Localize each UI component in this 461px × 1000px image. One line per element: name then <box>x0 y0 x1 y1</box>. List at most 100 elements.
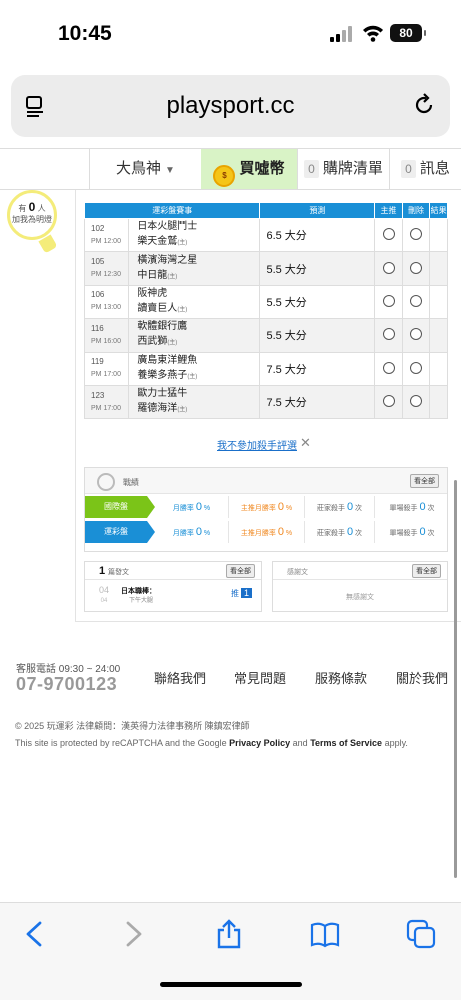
record-view-all-button[interactable]: 看全部 <box>410 474 439 488</box>
col-header-prediction: 預測 <box>259 202 376 219</box>
thanks-view-all-button[interactable]: 看全部 <box>412 564 441 578</box>
delete-radio[interactable] <box>410 361 423 374</box>
team-home: 羅德海洋 <box>137 403 178 415</box>
pct-sign: % <box>203 505 211 512</box>
record-header: 戰績 看全部 <box>85 468 447 494</box>
home-indicator <box>160 982 302 987</box>
buy-coins-button[interactable]: $ 買噓幣 <box>201 149 297 189</box>
delete-radio[interactable] <box>410 228 423 241</box>
opt-out-killer-link[interactable]: 我不參加殺手評選 <box>217 437 297 452</box>
footer-link-faq[interactable]: 常見問題 <box>234 668 286 687</box>
home-marker: (主) <box>187 373 198 380</box>
buy-coins-label: 買噓幣 <box>239 160 285 177</box>
predictions-table: 運彩盤賽事 預測 主推 刪除 結果 102 PM 12:00 日本火腿鬥士 樂天金鷲(… <box>83 202 448 420</box>
main-pick-cell <box>374 384 403 420</box>
record-panel: 戰績 看全部 國際盤 月勝率 0 % 主推月勝率 0 % 莊家殺手 0 次單場殺手 0… <box>84 467 448 552</box>
main-pick-radio[interactable] <box>382 294 395 307</box>
recaptcha-text: This site is protected by reCAPTCHA and … <box>15 738 230 748</box>
tabs-icon[interactable] <box>406 919 436 949</box>
team-away: 日本火腿鬥士 <box>137 221 198 233</box>
team-away: 軟體銀行鷹 <box>137 321 188 333</box>
delete-cell <box>401 351 431 386</box>
record-tag[interactable]: 運彩盤 <box>85 521 155 543</box>
main-pick-radio[interactable] <box>382 361 395 374</box>
recaptcha-notice: This site is protected by reCAPTCHA and … <box>15 738 408 748</box>
pct-sign: % <box>285 505 293 512</box>
team-home: 樂天金鷲 <box>137 236 178 248</box>
share-icon[interactable] <box>214 919 244 949</box>
game-time: PM 17:00 <box>91 371 121 379</box>
footer-link-contact[interactable]: 聯絡我們 <box>154 668 206 687</box>
col-header-match: 運彩盤賽事 <box>83 202 261 219</box>
main-value: 0 <box>277 501 284 513</box>
bookmarks-icon[interactable] <box>310 919 340 949</box>
tracker-unit: 人 <box>37 204 46 213</box>
home-marker: (主) <box>177 240 188 247</box>
address-bar[interactable]: playsport.cc <box>11 75 450 137</box>
site-nav: 大鳥神 ▼ $ 買噓幣 0 購牌清單 0 訊息 <box>0 148 461 190</box>
status-time: 10:45 <box>58 22 112 45</box>
pct-sign: % <box>285 530 293 537</box>
privacy-policy-link[interactable]: Privacy Policy <box>229 738 290 748</box>
record-tag[interactable]: 國際盤 <box>85 496 155 518</box>
game-number-cell: 119 PM 17:00 <box>83 351 130 386</box>
cart-count: 0 <box>304 160 319 178</box>
recaptcha-and: and <box>290 738 311 748</box>
user-menu[interactable]: 大鳥神 ▼ <box>89 149 201 189</box>
post-push-count: 推1 <box>231 588 253 599</box>
main-pick-radio[interactable] <box>382 328 395 341</box>
main-pick-radio[interactable] <box>382 228 395 241</box>
main-pick-radio[interactable] <box>382 261 395 274</box>
delete-radio[interactable] <box>410 395 423 408</box>
single-killer: 單場殺手 0 次 <box>375 496 449 518</box>
monthly-win-rate: 月勝率 0 % <box>155 496 229 518</box>
push-number: 1 <box>241 588 253 598</box>
terms-of-service-link[interactable]: Terms of Service <box>310 738 382 748</box>
reload-icon[interactable] <box>412 93 436 117</box>
footer-link-about[interactable]: 關於我們 <box>396 668 448 687</box>
tracker-lightbulb[interactable]: 有 0 人 加我為明燈 <box>7 190 59 270</box>
posts-panel: 1 篇發文 看全部 04 04 日本職棒： 下午大腿 推1 <box>84 561 262 612</box>
cart-link[interactable]: 0 購牌清單 <box>297 149 389 189</box>
status-bar: 10:45 80 <box>0 0 461 70</box>
delete-radio[interactable] <box>410 294 423 307</box>
scrollbar[interactable] <box>454 480 457 878</box>
teams-cell: 歐力士猛牛 羅德海洋(主) <box>128 384 261 420</box>
messages-link[interactable]: 0 訊息 <box>389 149 461 189</box>
dealer-killer: 莊家殺手 0 次 <box>305 496 375 518</box>
posts-count: 1 <box>99 565 106 577</box>
customer-service-phone[interactable]: 07-9700123 <box>16 674 117 695</box>
forward-icon[interactable] <box>118 919 148 949</box>
team-home: 西武獅 <box>137 336 168 348</box>
post-subtitle[interactable]: 下午大腿 <box>129 595 153 604</box>
url-text[interactable]: playsport.cc <box>11 92 450 120</box>
thanks-panel: 感謝文 看全部 無感謝文 <box>272 561 448 612</box>
cart-label: 購牌清單 <box>322 160 383 177</box>
dealer-killer: 莊家殺手 0 次 <box>305 521 375 543</box>
main-pick-radio[interactable] <box>382 395 395 408</box>
footer-link-terms[interactable]: 服務條款 <box>315 668 367 687</box>
monthly-label: 月勝率 <box>172 505 194 512</box>
main-pick-cell <box>374 318 403 353</box>
post-date-month: 04 <box>99 585 110 595</box>
delete-radio[interactable] <box>410 328 423 341</box>
home-marker: (主) <box>167 340 178 347</box>
result-cell <box>429 251 448 286</box>
killer-value: 0 <box>346 501 354 513</box>
delete-cell <box>401 217 431 253</box>
teams-cell: 日本火腿鬥士 樂天金鷲(主) <box>128 217 261 253</box>
home-marker: (主) <box>177 407 188 414</box>
delete-radio[interactable] <box>410 261 423 274</box>
prediction-cell: 6.5 大分 <box>259 217 376 253</box>
push-label: 推 <box>231 589 239 598</box>
delete-cell <box>401 384 431 420</box>
messages-label: 訊息 <box>419 160 450 177</box>
prediction-cell: 7.5 大分 <box>259 351 376 386</box>
killer-label: 莊家殺手 <box>316 505 345 512</box>
recaptcha-apply: apply. <box>382 738 408 748</box>
posts-view-all-button[interactable]: 看全部 <box>226 564 255 578</box>
tracker-prefix: 有 <box>18 204 27 213</box>
back-icon[interactable] <box>20 919 50 949</box>
game-number-cell: 106 PM 13:00 <box>83 284 130 320</box>
close-icon[interactable]: ✕ <box>300 435 311 451</box>
